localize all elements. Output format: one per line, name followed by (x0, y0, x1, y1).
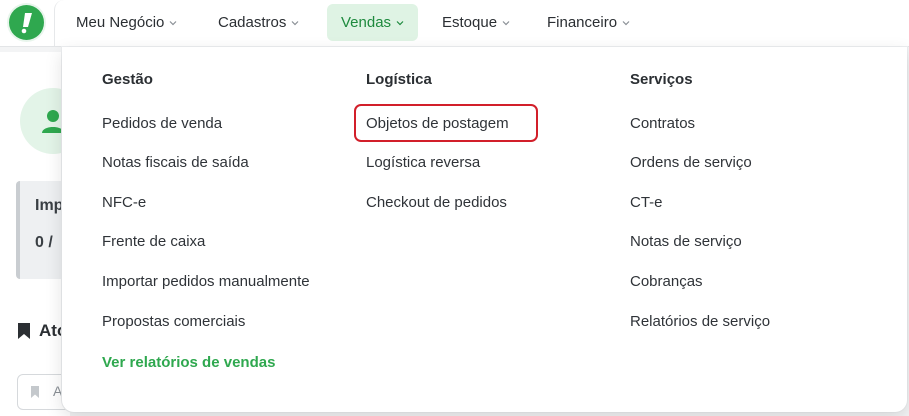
chevron-down-icon (396, 20, 404, 25)
nav-label: Cadastros (218, 14, 287, 31)
menu-item-checkout-de-pedidos[interactable]: Checkout de pedidos (366, 193, 507, 213)
menu-item-frente-de-caixa[interactable]: Frente de caixa (102, 232, 205, 252)
menu-item-ordens-de-servico[interactable]: Ordens de serviço (630, 153, 752, 173)
menu-item-objetos-de-postagem[interactable]: Objetos de postagem (366, 114, 509, 134)
menu-item-logistica-reversa[interactable]: Logística reversa (366, 153, 480, 173)
nav-label: Vendas (341, 14, 392, 31)
nav-meu-negocio[interactable]: Meu Negócio (62, 4, 191, 41)
menu-item-notas-fiscais-de-saida[interactable]: Notas fiscais de saída (102, 153, 249, 173)
menu-item-nfc-e[interactable]: NFC-e (102, 193, 146, 213)
nav-label: Financeiro (547, 14, 618, 31)
menu-item-propostas-comerciais[interactable]: Propostas comerciais (102, 312, 245, 332)
logo-mark-icon (21, 12, 32, 33)
vendas-dropdown-menu: Gestão Pedidos de venda Notas fiscais de… (62, 47, 907, 412)
chevron-down-icon (502, 20, 510, 25)
menu-item-relatorios-de-servico[interactable]: Relatórios de serviço (630, 312, 770, 332)
app-logo[interactable] (9, 5, 44, 40)
nav-cadastros[interactable]: Cadastros (204, 4, 313, 41)
column-title-logistica: Logística (366, 71, 432, 88)
bookmark-outline-icon (31, 386, 39, 398)
chevron-down-icon (291, 20, 299, 25)
nav-estoque[interactable]: Estoque (428, 4, 524, 41)
menu-item-notas-de-servico[interactable]: Notas de serviço (630, 232, 742, 252)
usage-panel-title: Imp (35, 197, 64, 214)
chevron-down-icon (622, 20, 630, 25)
main-menu: Meu Negócio Cadastros Vendas Estoque Fin… (54, 0, 909, 46)
top-navigation: Meu Negócio Cadastros Vendas Estoque Fin… (0, 0, 909, 47)
nav-label: Estoque (442, 14, 498, 31)
column-title-gestao: Gestão (102, 71, 153, 88)
menu-item-importar-pedidos[interactable]: Importar pedidos manualmente (102, 272, 310, 292)
menu-item-ct-e[interactable]: CT-e (630, 193, 663, 213)
menu-item-pedidos-de-venda[interactable]: Pedidos de venda (102, 114, 222, 134)
usage-panel-value: 0 / (35, 234, 53, 251)
nav-financeiro[interactable]: Financeiro (533, 4, 644, 41)
column-title-servicos: Serviços (630, 71, 693, 88)
ver-relatorios-de-vendas-link[interactable]: Ver relatórios de vendas (102, 354, 275, 371)
menu-item-contratos[interactable]: Contratos (630, 114, 695, 134)
nav-vendas[interactable]: Vendas (327, 4, 419, 41)
menu-item-cobrancas[interactable]: Cobranças (630, 272, 703, 292)
chevron-down-icon (169, 20, 177, 25)
bookmark-icon (18, 323, 30, 339)
nav-label: Meu Negócio (76, 14, 165, 31)
shortcut-input-text: A (53, 383, 63, 399)
